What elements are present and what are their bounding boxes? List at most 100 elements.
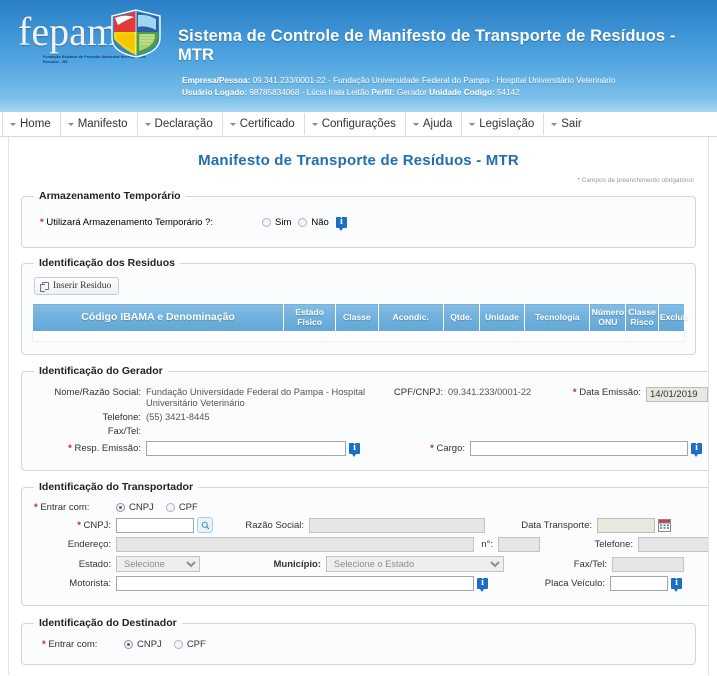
endereco-input[interactable] <box>116 537 474 552</box>
radio-indicator <box>173 640 183 649</box>
nav-item-sair[interactable]: Sair <box>543 113 590 135</box>
section-identificacao-destinador: Identificação do Destinador * Entrar com… <box>21 617 696 665</box>
chevron-down-icon <box>311 123 318 126</box>
info-icon[interactable] <box>691 442 702 457</box>
app-title: Sistema de Controle de Manifesto de Tran… <box>178 27 676 64</box>
section-legend: Identificação do Gerador <box>39 365 163 377</box>
resp-emissao-label: * Resp. Emissão: <box>34 443 146 454</box>
gerador-row-telefone: Telefone: (55) 3421-8445 <box>34 412 708 423</box>
unit-label: Unidade <box>429 87 462 97</box>
application-page: fepam Fundação Estadual de Proteção Ambi… <box>0 0 717 676</box>
cnpj-label: * CNPJ: <box>34 520 116 531</box>
insert-residuo-button[interactable]: Inserir Residuo <box>34 277 120 295</box>
radio-label: CNPJ <box>129 502 154 513</box>
estado-select[interactable]: Selecione <box>116 556 200 572</box>
armazenamento-question-text: Utilizará Armazenamento Temporário ?: <box>46 217 214 228</box>
telefone-label: Telefone: <box>102 412 141 423</box>
section-identificacao-residuos: Identificação dos Residuos Inserir Resid… <box>21 257 696 355</box>
nav-item-configuracoes[interactable]: Configurações <box>303 113 405 135</box>
faxtel-label: Fax/Tel: <box>107 426 141 437</box>
required-marker: * <box>77 519 81 531</box>
nav-item-ajuda[interactable]: Ajuda <box>404 113 461 135</box>
col-unidade: Unidade <box>478 303 526 332</box>
estado-label: Estado: <box>78 558 111 570</box>
required-marker: * <box>430 443 434 454</box>
motorista-input[interactable] <box>116 576 474 591</box>
municipio-label: Município: <box>273 558 322 570</box>
chevron-down-icon <box>144 123 151 126</box>
section-identificacao-gerador: Identificação do Gerador Nome/Razão Soci… <box>21 365 708 471</box>
info-icon[interactable] <box>349 442 360 457</box>
telefone-input[interactable] <box>638 537 708 552</box>
search-icon <box>201 521 209 529</box>
municipio-select[interactable]: Selecione o Estado <box>326 556 504 572</box>
nav-item-manifesto[interactable]: Manifesto <box>59 113 137 135</box>
radio-label: Não <box>311 217 329 228</box>
form-content: Manifesto de Transporte de Resíduos - MT… <box>8 137 709 675</box>
nav-item-legislacao[interactable]: Legislação <box>461 113 543 135</box>
nome-razao-social-value: Fundação Universidade Federal do Pampa -… <box>146 387 366 408</box>
radio-label: CNPJ <box>137 639 162 650</box>
cnpj-input[interactable] <box>116 517 194 533</box>
session-user-line: Usuário Logado: 98785834068 - Lúcia Iral… <box>182 87 615 99</box>
radio-label: Sim <box>275 217 292 228</box>
radio-armazenamento-nao[interactable]: Não <box>298 217 329 228</box>
nav-label: Manifesto <box>77 118 128 130</box>
search-cnpj-button[interactable] <box>197 517 213 533</box>
nav-item-certificado[interactable]: Certificado <box>221 113 304 135</box>
resp-emissao-input[interactable] <box>146 441 346 456</box>
residuos-table-header-row: Código IBAMA e Denominação Estado Físico… <box>31 303 689 332</box>
code-label: Codigo: <box>463 87 495 97</box>
armazenamento-question-label: * Utilizará Armazenamento Temporário ?: <box>40 217 213 228</box>
entrar-com-text: Entrar com: <box>48 639 98 650</box>
radio-transportador-cpf[interactable]: CPF <box>165 502 198 513</box>
col-excluir: Excluir <box>657 303 689 332</box>
entrar-com-label: * Entrar com: <box>42 639 114 650</box>
nav-item-declaracao[interactable]: Declaração <box>136 113 222 135</box>
transportador-row-motorista: Motorista: Placa Veículo: <box>34 576 708 592</box>
user-label: Usuário Logado: <box>182 87 248 97</box>
placa-veiculo-label: Placa Veículo: <box>544 578 605 589</box>
radio-indicator <box>262 218 272 227</box>
faxtel-input[interactable] <box>612 556 684 572</box>
fepam-logo[interactable]: fepam Fundação Estadual de Proteção Ambi… <box>18 4 168 70</box>
transportador-grid: * Entrar com: CNPJ CPF * CNPJ: Razão Soc… <box>32 499 708 596</box>
empty-cell <box>32 331 685 342</box>
required-marker: * <box>34 502 38 513</box>
cargo-input[interactable] <box>470 441 688 456</box>
data-transporte-input[interactable] <box>597 517 655 533</box>
info-icon[interactable] <box>477 577 488 592</box>
radio-armazenamento-sim[interactable]: Sim <box>262 217 291 228</box>
profile-label: Perfil: <box>371 87 395 97</box>
info-icon[interactable] <box>671 577 682 592</box>
calendar-icon[interactable] <box>658 518 671 532</box>
main-navigation: Home Manifesto Declaração Certificado Co… <box>0 112 717 137</box>
telefone-label: Telefone: <box>594 539 633 550</box>
razao-social-input[interactable] <box>309 517 485 533</box>
placa-veiculo-input[interactable] <box>610 576 668 591</box>
table-row-empty <box>32 331 685 342</box>
add-row-icon <box>40 282 49 292</box>
razao-social-label: Razão Social: <box>245 519 304 531</box>
data-emissao-input[interactable] <box>646 387 708 402</box>
transportador-row-entrar-com: * Entrar com: CNPJ CPF <box>34 502 708 513</box>
gerador-row-responsavel: * Resp. Emissão: * Cargo: <box>34 441 708 457</box>
section-legend: Identificação do Destinador <box>39 617 177 629</box>
session-company-line: Empresa/Pessoa: 09.341.233/0001-22 - Fun… <box>182 75 615 87</box>
gerador-grid: Nome/Razão Social: Fundação Universidade… <box>32 383 708 461</box>
info-icon[interactable] <box>335 216 347 231</box>
nav-label: Declaração <box>154 118 213 130</box>
radio-destinador-cnpj[interactable]: CNPJ <box>124 639 162 650</box>
radio-transportador-cnpj[interactable]: CNPJ <box>116 502 154 513</box>
required-marker: * <box>68 443 72 454</box>
nav-item-home[interactable]: Home <box>2 113 60 135</box>
header-banner: fepam Fundação Estadual de Proteção Ambi… <box>0 0 717 112</box>
radio-destinador-cpf[interactable]: CPF <box>173 639 206 650</box>
section-identificacao-transportador: Identificação do Transportador * Entrar … <box>21 481 708 606</box>
col-acondic: Acondic. <box>377 303 444 332</box>
numero-label: n°: <box>481 539 493 550</box>
numero-input[interactable] <box>498 537 540 552</box>
col-estado-fisico: Estado Físico <box>283 303 337 332</box>
residuos-table: Código IBAMA e Denominação Estado Físico… <box>31 303 689 342</box>
col-classe-risco: Classe Risco <box>625 303 659 332</box>
